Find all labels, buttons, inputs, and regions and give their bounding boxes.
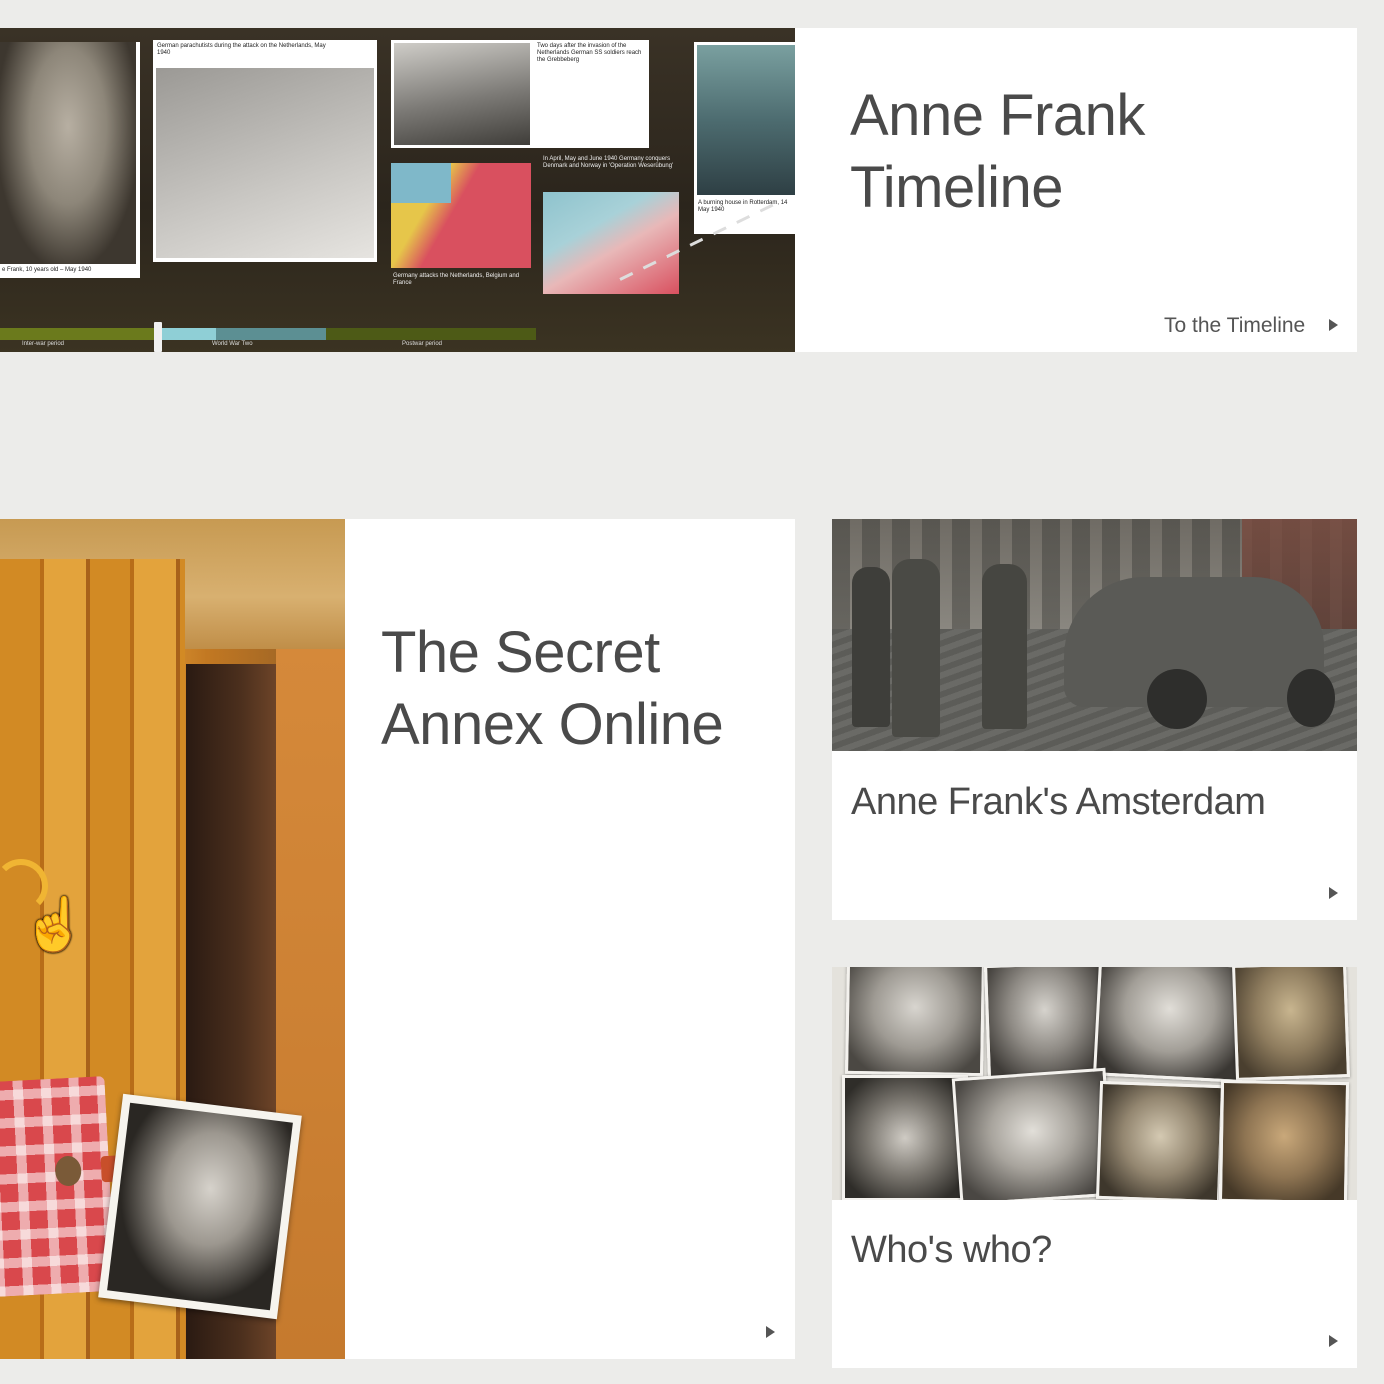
soldier-figure-3 bbox=[982, 564, 1027, 729]
timeline-card[interactable]: e Frank, 10 years old – May 1940 German … bbox=[0, 28, 1357, 352]
anne-frank-photo bbox=[98, 1093, 302, 1320]
timeline-photo-map-west: Germany attacks the Netherlands, Belgium… bbox=[391, 163, 531, 299]
timeline-period-strip-1[interactable] bbox=[0, 328, 158, 340]
timeline-photo-burning-house: A burning house in Rotterdam, 14 May 194… bbox=[694, 42, 795, 234]
hand-cursor-icon: ☝ bbox=[22, 896, 87, 954]
amsterdam-title[interactable]: Anne Frank's Amsterdam bbox=[851, 779, 1266, 825]
secret-annex-title-line2: Annex Online bbox=[381, 692, 724, 757]
timeline-photo-soldiers: Two days after the invasion of the Nethe… bbox=[391, 40, 649, 148]
timeline-period-label-3: Postwar period bbox=[402, 341, 443, 347]
whos-who-title[interactable]: Who's who? bbox=[851, 1227, 1052, 1273]
timeline-title-line2: Timeline bbox=[850, 155, 1064, 220]
timeline-caption-5: In April, May and June 1940 Germany conq… bbox=[543, 156, 674, 169]
secret-annex-card[interactable]: ☝ The Secret Annex Online bbox=[0, 519, 795, 1359]
secret-annex-title[interactable]: The Secret Annex Online bbox=[381, 617, 724, 761]
whos-who-arrow-icon[interactable] bbox=[1329, 1335, 1338, 1347]
portrait-7 bbox=[1095, 1080, 1225, 1200]
timeline-caption-1: e Frank, 10 years old – May 1940 bbox=[2, 267, 92, 273]
timeline-slider-handle[interactable] bbox=[154, 322, 162, 352]
secret-annex-title-line1: The Secret bbox=[381, 620, 660, 685]
whos-who-image[interactable] bbox=[832, 967, 1357, 1200]
car-wheel-rear bbox=[1287, 669, 1335, 727]
amsterdam-image[interactable] bbox=[832, 519, 1357, 751]
timeline-image[interactable]: e Frank, 10 years old – May 1940 German … bbox=[0, 28, 795, 352]
timeline-caption-3: Two days after the invasion of the Nethe… bbox=[537, 43, 642, 63]
portrait-6 bbox=[951, 1067, 1115, 1200]
timeline-period-strip-4[interactable] bbox=[326, 328, 536, 340]
timeline-period-strip-2[interactable] bbox=[158, 328, 216, 340]
car-wheel-front bbox=[1147, 669, 1207, 729]
timeline-photo-map-north: In April, May and June 1940 Germany conq… bbox=[541, 154, 681, 296]
portrait-4 bbox=[1232, 967, 1350, 1081]
timeline-caption-4: Germany attacks the Netherlands, Belgium… bbox=[393, 273, 520, 286]
portrait-2 bbox=[984, 967, 1106, 1082]
timeline-caption-2: German parachutists during the attack on… bbox=[157, 43, 326, 56]
timeline-title-line1: Anne Frank bbox=[850, 83, 1145, 148]
diary-lock bbox=[54, 1155, 82, 1187]
portrait-5 bbox=[842, 1075, 968, 1200]
timeline-period-label-1: Inter-war period bbox=[22, 341, 65, 347]
timeline-photo-parachutists: German parachutists during the attack on… bbox=[153, 40, 377, 262]
timeline-title[interactable]: Anne Frank Timeline bbox=[850, 80, 1145, 224]
to-timeline-link[interactable]: To the Timeline bbox=[1164, 314, 1305, 338]
portrait-3 bbox=[1093, 967, 1245, 1083]
annex-wall bbox=[276, 649, 345, 1359]
amsterdam-card[interactable]: Anne Frank's Amsterdam bbox=[832, 519, 1357, 920]
portrait-8 bbox=[1218, 1079, 1350, 1200]
timeline-photo-anne: e Frank, 10 years old – May 1940 bbox=[0, 42, 140, 278]
timeline-period-strip-3[interactable] bbox=[216, 328, 326, 340]
soldier-figure-1 bbox=[852, 567, 890, 727]
diary-icon bbox=[0, 1076, 124, 1297]
amsterdam-arrow-icon[interactable] bbox=[1329, 887, 1338, 899]
portrait-1 bbox=[845, 967, 985, 1077]
secret-annex-arrow-icon[interactable] bbox=[766, 1326, 775, 1338]
whos-who-card[interactable]: Who's who? bbox=[832, 967, 1357, 1368]
soldier-figure-2 bbox=[892, 559, 940, 737]
timeline-period-label-2: World War Two bbox=[212, 341, 253, 347]
secret-annex-image[interactable]: ☝ bbox=[0, 519, 345, 1359]
timeline-arrow-icon[interactable] bbox=[1329, 319, 1338, 331]
